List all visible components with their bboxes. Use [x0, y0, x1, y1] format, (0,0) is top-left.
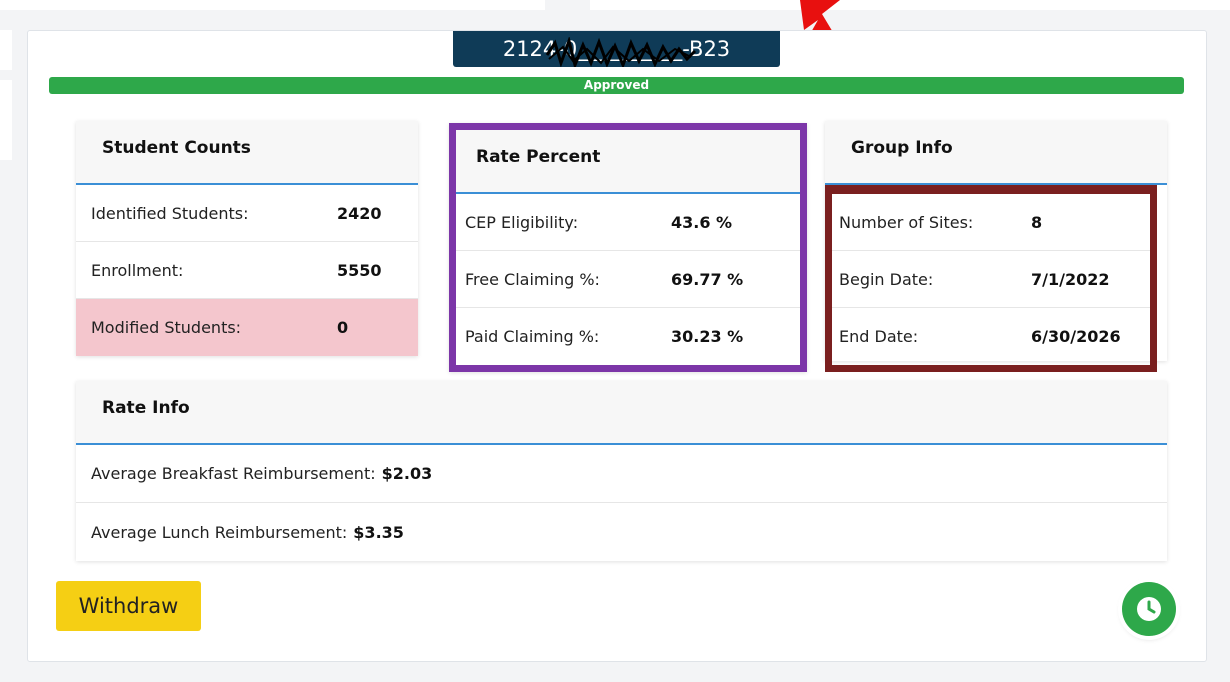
application-id-banner: 2124-0__________-B23 — [453, 31, 780, 67]
rate-info-panel: Rate Info Average Breakfast Reimbursemen… — [76, 381, 1167, 561]
background-panel-right — [590, 0, 1230, 10]
withdraw-button[interactable]: Withdraw — [56, 581, 201, 631]
table-row: CEP Eligibility: 43.6 % — [456, 194, 800, 251]
row-value: 5550 — [337, 260, 382, 280]
table-row: End Date: 6/30/2026 — [832, 308, 1150, 365]
row-value: $2.03 — [381, 464, 433, 483]
background-panel-left — [0, 0, 545, 10]
table-row: Begin Date: 7/1/2022 — [832, 251, 1150, 308]
rate-percent-title: Rate Percent — [456, 130, 800, 194]
row-label: Average Lunch Reimbursement: — [91, 522, 348, 542]
row-label: Enrollment: — [91, 260, 184, 280]
group-info-rows: Number of Sites: 8 Begin Date: 7/1/2022 … — [825, 185, 1157, 372]
row-value: 2420 — [337, 203, 382, 223]
table-row: Paid Claiming %: 30.23 % — [456, 308, 800, 365]
clock-icon — [1137, 597, 1161, 621]
background-panel-side-2 — [0, 80, 12, 160]
table-row-modified: Modified Students: 0 — [76, 299, 418, 356]
table-row: Identified Students: 2420 — [76, 185, 418, 242]
row-value: 30.23 % — [671, 327, 744, 346]
row-label: Paid Claiming %: — [465, 327, 600, 346]
row-label: Number of Sites: — [839, 212, 974, 232]
row-label: Average Breakfast Reimbursement: — [91, 464, 376, 483]
row-value: 7/1/2022 — [1031, 269, 1110, 289]
row-label: Free Claiming %: — [465, 269, 600, 289]
application-card: 2124-0__________-B23 Approved Student Co… — [27, 30, 1207, 662]
status-label: Approved — [583, 78, 650, 92]
group-info-title: Group Info — [825, 121, 1167, 185]
row-label: Identified Students: — [91, 203, 249, 223]
table-row: Free Claiming %: 69.77 % — [456, 251, 800, 308]
row-label: End Date: — [839, 327, 919, 346]
row-label: CEP Eligibility: — [465, 212, 579, 232]
status-bar: Approved — [49, 77, 1184, 94]
row-label: Begin Date: — [839, 269, 934, 289]
row-label: Modified Students: — [91, 318, 242, 337]
student-counts-panel: Student Counts Identified Students: 2420… — [76, 121, 418, 356]
history-button[interactable] — [1122, 582, 1176, 636]
rate-info-title: Rate Info — [76, 381, 1167, 445]
row-value: 69.77 % — [671, 269, 744, 289]
row-value: $3.35 — [353, 522, 404, 542]
student-counts-title: Student Counts — [76, 121, 418, 185]
row-value: 8 — [1031, 212, 1043, 232]
table-row: Number of Sites: 8 — [832, 194, 1150, 251]
table-row: Enrollment: 5550 — [76, 242, 418, 299]
background-panel-side — [0, 30, 12, 70]
group-info-panel: Group Info Number of Sites: 8 Begin Date… — [825, 121, 1167, 372]
redaction-scribble-icon — [545, 37, 697, 67]
row-value: 6/30/2026 — [1031, 327, 1121, 346]
rate-percent-panel: Rate Percent CEP Eligibility: 43.6 % Fre… — [449, 123, 807, 372]
table-row: Average Lunch Reimbursement: $3.35 — [76, 503, 1167, 561]
table-row: Average Breakfast Reimbursement: $2.03 — [76, 445, 1167, 503]
row-value: 43.6 % — [671, 212, 733, 232]
row-value: 0 — [337, 318, 349, 337]
